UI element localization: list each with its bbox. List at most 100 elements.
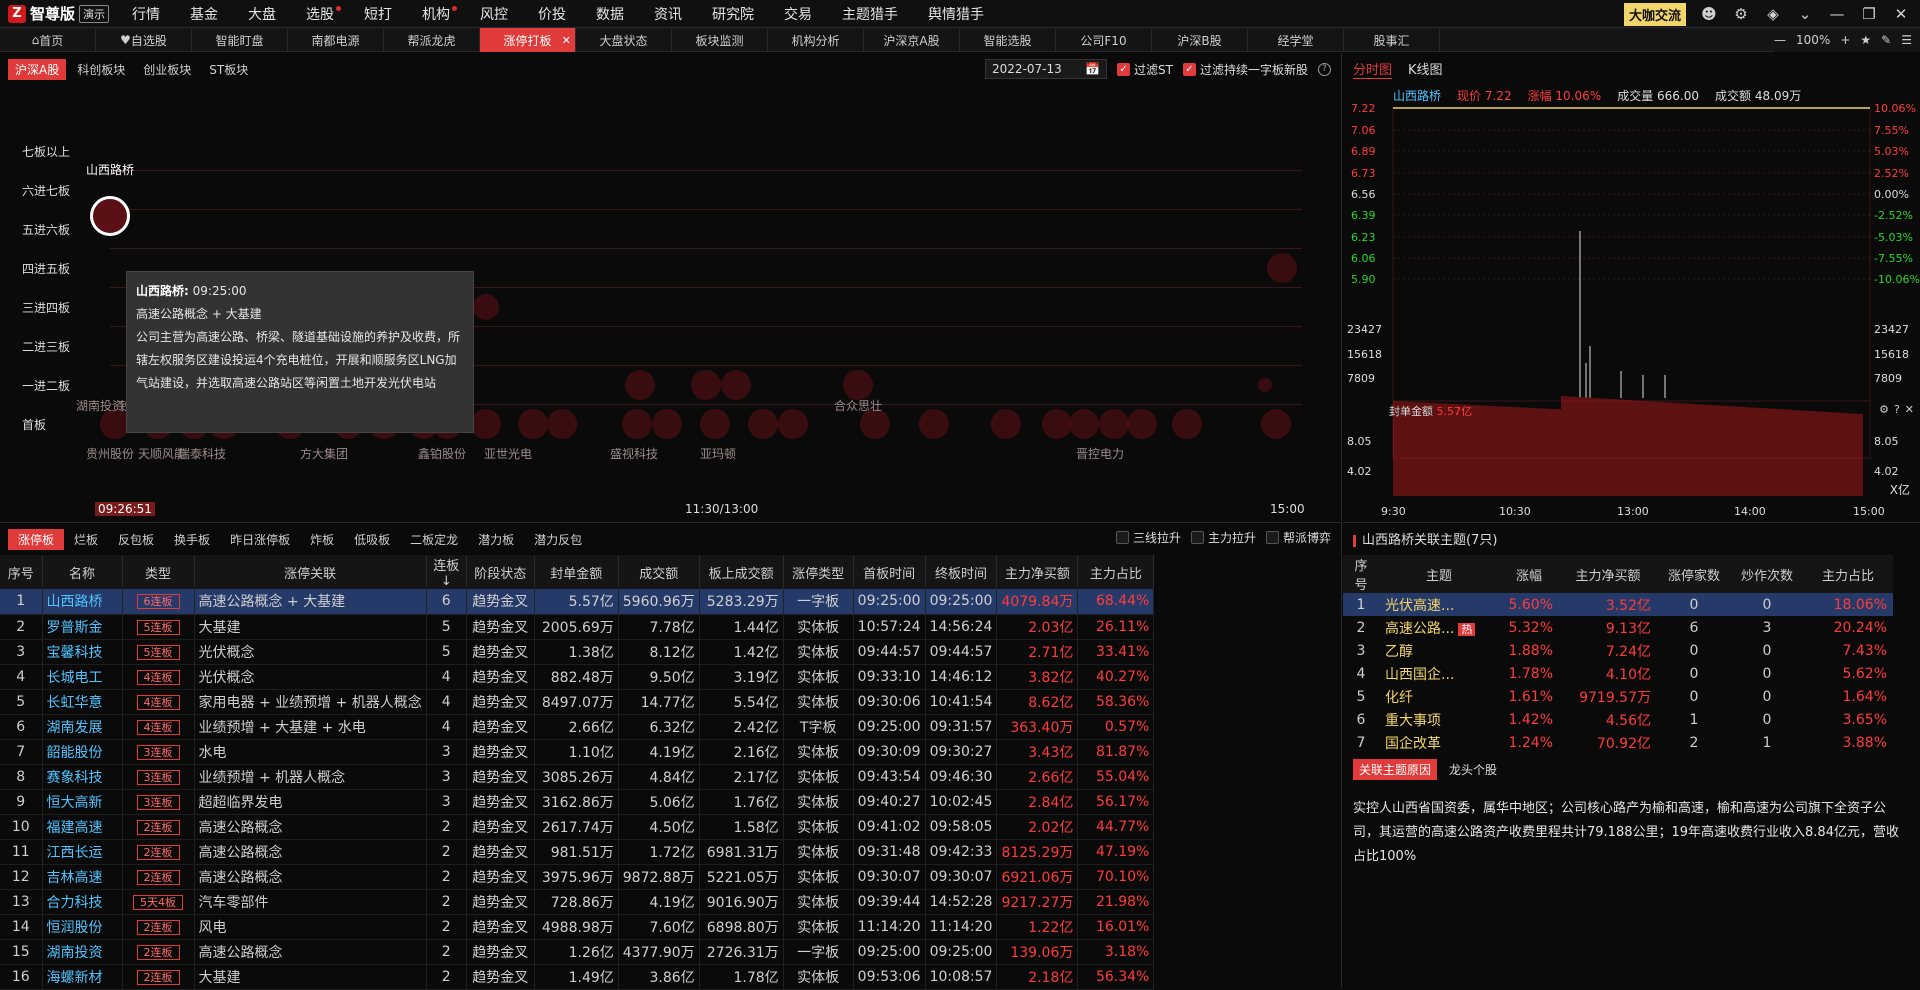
table-row[interactable]: 7 韶能股份 3连板 水电 3 趋势金叉 1.10亿 4.19亿 2.16亿 实体板 09:30:0… — [0, 739, 1155, 765]
column-header[interactable]: 涨停家数 — [1657, 555, 1731, 593]
column-header[interactable]: 主力占比 — [1077, 555, 1155, 589]
menu-item[interactable]: 风控 — [465, 4, 523, 24]
menu-item[interactable]: 数据 — [581, 4, 639, 24]
menu-item[interactable]: 资讯 — [639, 4, 697, 24]
table-tab[interactable]: 昨日涨停板 — [220, 529, 300, 550]
tab-leader-stocks[interactable]: 龙头个股 — [1443, 759, 1503, 780]
table-tab[interactable]: 潜力板 — [468, 529, 524, 550]
market-subtab[interactable]: 沪深A股 — [8, 59, 67, 80]
stock-bubble[interactable] — [652, 409, 682, 439]
page-tab[interactable]: 南都电源 — [288, 28, 384, 52]
table-tab[interactable]: 炸板 — [300, 529, 344, 550]
column-header[interactable]: 涨幅 — [1499, 555, 1559, 593]
table-row[interactable]: 5 长虹华意 4连板 家用电器 + 业绩预增 + 机器人概念 4 趋势金叉 8497.07万… — [0, 689, 1155, 715]
tool-checkbox[interactable]: 帮派博弈 — [1265, 529, 1331, 546]
menu-item[interactable]: 选股 — [291, 4, 349, 24]
skin-icon[interactable]: ◈ — [1764, 5, 1782, 23]
table-row[interactable]: 16 海螺新材 2连板 大基建 2 趋势金叉 1.49亿 3.86亿 1.78亿 实体板 09:53… — [0, 964, 1155, 990]
column-header[interactable]: 主力占比 — [1803, 555, 1893, 593]
theme-row[interactable]: 2 高速公路... 热 5.32% 9.13亿 6 3 20.24% — [1343, 616, 1893, 639]
bubble-label[interactable]: 鑫铂股份 — [416, 446, 468, 462]
tool-checkbox[interactable]: 三线拉升 — [1115, 529, 1181, 546]
bubble-label[interactable]: 方大集团 — [298, 446, 350, 462]
menu-item[interactable]: 主题猎手 — [827, 4, 913, 24]
column-header[interactable]: 首板时间 — [853, 555, 926, 589]
page-tab[interactable]: 帮派龙虎 — [384, 28, 480, 52]
stock-bubble[interactable] — [1127, 409, 1157, 439]
stock-bubble[interactable] — [700, 409, 730, 439]
settings-icon[interactable]: ⚙ — [1879, 403, 1889, 416]
table-row[interactable]: 9 恒大高新 3连板 超超临界发电 3 趋势金叉 3162.86万 5.06亿 1.76亿 实体板… — [0, 789, 1155, 815]
stock-bubble[interactable] — [1042, 409, 1072, 439]
market-subtab[interactable]: 创业板块 — [136, 59, 198, 80]
page-tab[interactable]: 智能盯盘 — [192, 28, 288, 52]
calendar-icon[interactable]: 📅 — [1085, 62, 1100, 76]
bubble-label[interactable]: 亚世光电 — [482, 446, 534, 462]
stock-bubble[interactable] — [748, 409, 778, 439]
stock-bubble[interactable] — [471, 409, 501, 439]
stock-bubble-highlight[interactable] — [90, 196, 130, 236]
column-header[interactable]: 终板时间 — [925, 555, 998, 589]
table-row[interactable]: 11 江西长运 2连板 高速公路概念 2 趋势金叉 981.51万 1.72亿 6981.31万… — [0, 839, 1155, 865]
column-header[interactable]: 类型 — [122, 555, 195, 589]
menu-item[interactable]: 机构 — [407, 4, 465, 24]
table-row[interactable]: 8 赛象科技 3连板 业绩预增 + 机器人概念 3 趋势金叉 3085.26万 4.84亿 2.… — [0, 764, 1155, 790]
market-subtab[interactable]: 科创板块 — [70, 59, 132, 80]
table-row[interactable]: 1 山西路桥 6连板 高速公路概念 + 大基建 6 趋势金叉 5.57亿 5960.96万 52… — [0, 589, 1155, 615]
table-tab[interactable]: 潜力反包 — [524, 529, 592, 550]
menu-item[interactable]: 价投 — [523, 4, 581, 24]
table-row[interactable]: 4 长城电工 4连板 光伏概念 4 趋势金叉 882.48万 9.50亿 3.19亿 实体板 09:… — [0, 664, 1155, 690]
theme-row[interactable]: 4 山西国企... 1.78% 4.10亿 0 0 5.62% — [1343, 662, 1893, 685]
stock-bubble[interactable] — [1172, 409, 1202, 439]
table-tab[interactable]: 二板定龙 — [400, 529, 468, 550]
menu-item[interactable]: 大盘 — [233, 4, 291, 24]
stock-bubble[interactable] — [518, 409, 548, 439]
table-row[interactable]: 15 湖南投资 2连板 高速公路概念 2 趋势金叉 1.26亿 4377.90万 2726.31… — [0, 939, 1155, 965]
menu-item[interactable]: 研究院 — [697, 4, 769, 24]
table-row[interactable]: 3 宝馨科技 5连板 光伏概念 5 趋势金叉 1.38亿 8.12亿 1.42亿 实体板 09:44… — [0, 639, 1155, 665]
filter-st-checkbox[interactable]: ✓ 过滤ST — [1117, 61, 1173, 78]
tool-checkbox[interactable]: 主力拉升 — [1190, 529, 1256, 546]
stock-bubble[interactable] — [843, 370, 873, 400]
page-tab[interactable]: 经学堂 — [1248, 28, 1344, 52]
close-tab-icon[interactable]: ✕ — [562, 34, 571, 47]
edit-icon[interactable]: ✎ — [1881, 33, 1891, 47]
column-header[interactable]: 连板↓ — [426, 555, 467, 589]
table-tab[interactable]: 低吸板 — [344, 529, 400, 550]
stock-bubble[interactable] — [1099, 409, 1129, 439]
column-header[interactable]: 板上成交额 — [699, 555, 784, 589]
page-tab[interactable]: 沪深京A股 — [864, 28, 960, 52]
bubble-label[interactable]: 山西路桥 — [84, 162, 136, 178]
menu-item[interactable]: 基金 — [175, 4, 233, 24]
menu-item[interactable]: 短打 — [349, 4, 407, 24]
theme-row[interactable]: 3 乙醇 1.88% 7.24亿 0 0 7.43% — [1343, 639, 1893, 662]
page-tab[interactable]: 公司F10 — [1056, 28, 1152, 52]
settings-icon[interactable]: ⚙ — [1732, 5, 1750, 23]
menu-item[interactable]: 行情 — [117, 4, 175, 24]
stock-bubble[interactable] — [1069, 409, 1099, 439]
page-tab[interactable]: ⌂ 首页 — [0, 28, 96, 52]
page-tab[interactable]: 股事汇 — [1344, 28, 1440, 52]
stock-bubble[interactable] — [991, 409, 1021, 439]
theme-row[interactable]: 5 化纤 1.61% 9719.57万 0 0 1.64% — [1343, 685, 1893, 708]
page-tab[interactable]: 板块监测 — [672, 28, 768, 52]
chat-button[interactable]: 大咖交流 — [1623, 2, 1686, 26]
page-tab[interactable]: 机构分析 — [768, 28, 864, 52]
minimize-icon[interactable]: — — [1828, 5, 1846, 23]
column-header[interactable]: 主力净买额 — [1559, 555, 1657, 593]
tab-list-icon[interactable]: ☰ — [1901, 33, 1912, 47]
stock-bubble[interactable] — [721, 370, 751, 400]
menu-item[interactable]: 交易 — [769, 4, 827, 24]
maximize-icon[interactable]: ❐ — [1860, 5, 1878, 23]
column-header[interactable]: 序号 — [0, 555, 43, 589]
theme-row[interactable]: 6 重大事项 1.42% 4.56亿 1 0 3.65% — [1343, 708, 1893, 731]
column-header[interactable]: 名称 — [42, 555, 123, 589]
stock-bubble[interactable] — [547, 409, 577, 439]
table-row[interactable]: 6 湖南发展 4连板 业绩预增 + 大基建 + 水电 4 趋势金叉 2.66亿 6.32亿 2.… — [0, 714, 1155, 740]
collapse-icon[interactable]: ⌄ — [1796, 5, 1814, 23]
table-row[interactable]: 14 恒润股份 2连板 风电 2 趋势金叉 4988.98万 7.60亿 6898.80万 实体板… — [0, 914, 1155, 940]
theme-row[interactable]: 7 国企改革 1.24% 70.92亿 2 1 3.88% — [1343, 731, 1893, 754]
bubble-label[interactable]: 瑞泰科技 — [176, 446, 228, 462]
bubble-label[interactable]: 盛视科技 — [608, 446, 660, 462]
table-row[interactable]: 12 吉林高速 2连板 高速公路概念 2 趋势金叉 3975.96万 9872.88万 5221… — [0, 864, 1155, 890]
